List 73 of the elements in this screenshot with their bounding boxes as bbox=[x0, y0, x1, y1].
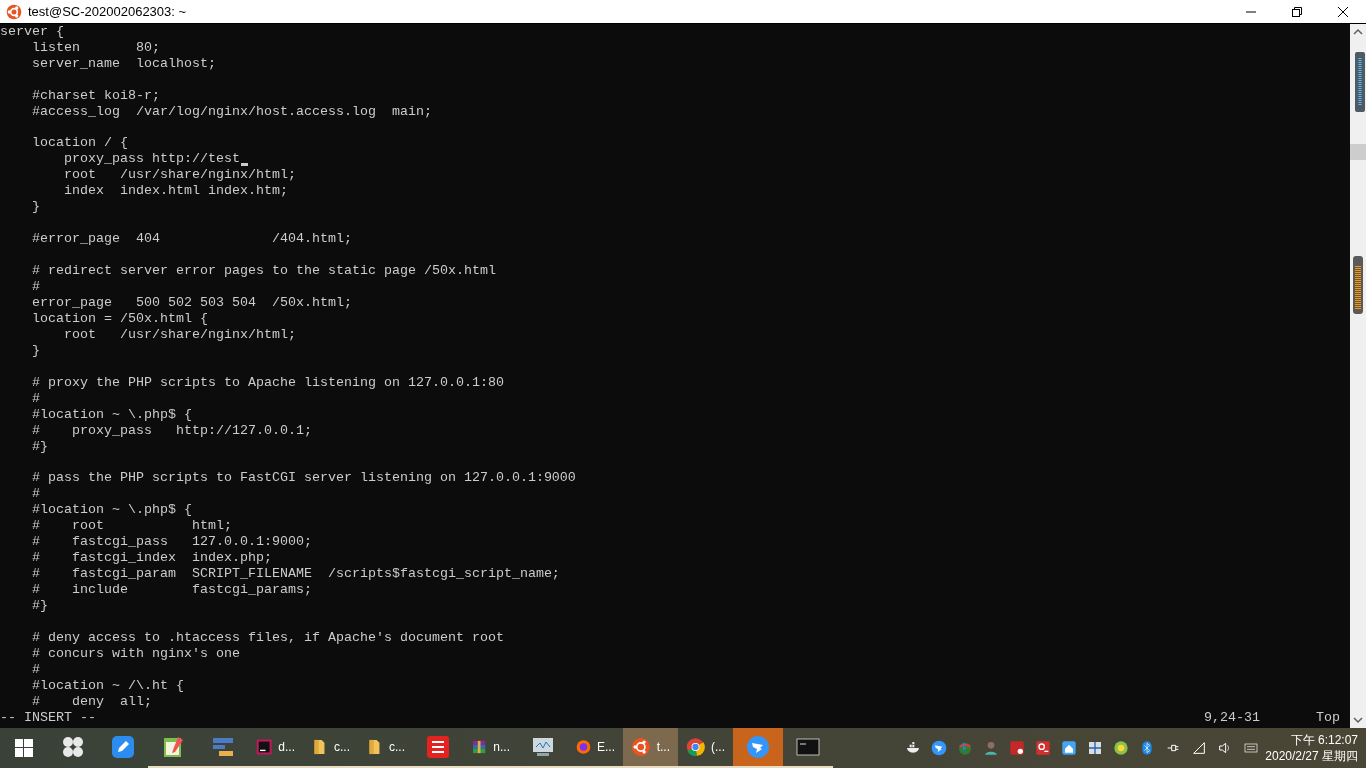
code-line: #} bbox=[31, 438, 48, 455]
scroll-down-icon[interactable] bbox=[1353, 716, 1363, 724]
code-line: # redirect server error pages to the static page /50x.html bbox=[31, 262, 496, 279]
code-line: error_page 500 502 503 504 /50x.html; bbox=[31, 294, 352, 311]
scroll-up-icon[interactable] bbox=[1353, 28, 1363, 36]
code-line: index index.html index.htm; bbox=[63, 183, 288, 200]
chrome-icon bbox=[686, 735, 705, 759]
code-line: # fastcgi_pass 127.0.0.1:9000; bbox=[31, 534, 312, 551]
code-line: #charset koi8-r; bbox=[31, 87, 160, 104]
pen-icon bbox=[111, 735, 135, 759]
clock-date: 2020/2/27 星期四 bbox=[1265, 748, 1358, 764]
clock-time: 下午 6:12:07 bbox=[1290, 732, 1358, 748]
ubuntu-icon bbox=[631, 735, 651, 759]
notepad-icon bbox=[161, 735, 185, 759]
app-icon bbox=[1035, 738, 1052, 758]
code-line: # deny access to .htaccess files, if Apache's document root bbox=[31, 630, 504, 647]
taskbar-button[interactable]: c... bbox=[358, 728, 413, 768]
code-line: listen 80; bbox=[31, 40, 160, 56]
mode-indicator: -- INSERT -- bbox=[0, 710, 96, 727]
code-line: # deny all; bbox=[31, 694, 152, 711]
cursor-position: 9,24-31 bbox=[1204, 710, 1261, 727]
taskbar-button[interactable]: n... bbox=[463, 728, 518, 768]
code-line: # bbox=[31, 390, 40, 407]
meter-widget-icon bbox=[1353, 256, 1363, 314]
ubuntu-icon bbox=[6, 3, 22, 20]
code-line: # include fastcgi_params; bbox=[31, 582, 312, 599]
app-icon bbox=[1009, 738, 1026, 758]
code-line: #location ~ /\.ht { bbox=[31, 678, 184, 695]
code-line: server { bbox=[0, 24, 64, 40]
taskbar-button[interactable]: t... bbox=[623, 728, 678, 768]
code-line: } bbox=[31, 199, 40, 216]
scroll-thumb[interactable] bbox=[1350, 144, 1366, 160]
code-line: location / { bbox=[31, 135, 128, 152]
code-line: # pass the PHP scripts to FastCGI server listening on 127.0.0.1:9000 bbox=[31, 470, 576, 487]
code-line: # concurs with nginx's one bbox=[31, 646, 240, 663]
clock[interactable]: 下午 6:12:07 2020/2/27 星期四 bbox=[1265, 728, 1366, 768]
close-icon bbox=[1338, 6, 1348, 17]
scroll-position: Top bbox=[1316, 710, 1341, 727]
meter-widget-icon bbox=[1355, 52, 1365, 112]
code-line: #access_log /var/log/nginx/host.access.log main; bbox=[31, 103, 432, 120]
code-line: location = /50x.html { bbox=[31, 310, 208, 327]
bird-icon bbox=[931, 738, 948, 758]
windows-icon bbox=[15, 739, 33, 757]
code-line: # root html; bbox=[31, 518, 232, 535]
terminal-icon bbox=[796, 735, 820, 759]
code-line: # fastcgi_param SCRIPT_FILENAME /scripts$fastcgi_script_name; bbox=[31, 566, 560, 583]
circle-icon bbox=[1113, 738, 1130, 758]
dictionary-icon bbox=[426, 735, 450, 759]
house-icon bbox=[1061, 738, 1078, 758]
fan-icon bbox=[61, 735, 85, 759]
taskbar-button[interactable]: c... bbox=[303, 728, 358, 768]
code-line: proxy_pass http://test bbox=[63, 151, 240, 168]
code-line: # proxy_pass http://127.0.0.1; bbox=[31, 422, 312, 439]
code-line: #location ~ \.php$ { bbox=[31, 406, 192, 423]
code-line: # bbox=[31, 662, 40, 679]
scrollbar[interactable] bbox=[1350, 24, 1366, 728]
window-title: test@SC-202002062303: ~ bbox=[28, 2, 187, 21]
code-line: root /usr/share/nginx/html; bbox=[63, 167, 296, 184]
code-line: root /usr/share/nginx/html; bbox=[63, 326, 296, 343]
code-line: # bbox=[31, 486, 40, 503]
code-line: #location ~ \.php$ { bbox=[31, 502, 192, 519]
code-line: # proxy the PHP scripts to Apache listening on 127.0.0.1:80 bbox=[31, 374, 504, 391]
restore-icon bbox=[1292, 6, 1302, 17]
editor-icon bbox=[211, 735, 235, 759]
code-line: #error_page 404 /404.html; bbox=[31, 231, 352, 248]
monitor-icon bbox=[531, 735, 555, 759]
code-line: server_name localhost; bbox=[31, 56, 216, 72]
code-line: # fastcgi_index index.php; bbox=[31, 550, 272, 567]
code-line: #} bbox=[31, 598, 48, 615]
code-line: # bbox=[31, 278, 40, 295]
code-line: } bbox=[31, 342, 40, 359]
bird-icon bbox=[746, 735, 770, 759]
taskbar-button[interactable]: d... bbox=[248, 728, 303, 768]
